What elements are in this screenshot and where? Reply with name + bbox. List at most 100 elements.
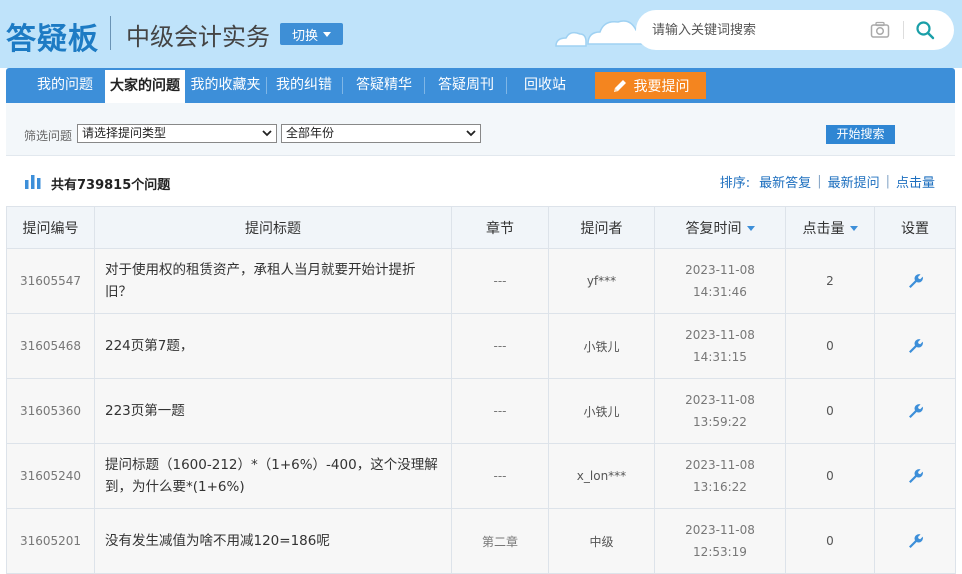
wrench-icon[interactable] [907,273,924,290]
question-asker: 中级 [548,508,655,574]
question-asker: x_lon*** [548,443,655,509]
reply-clock: 13:16:22 [693,480,747,494]
col-header-clicks[interactable]: 点击量 [785,206,875,249]
ask-question-button[interactable]: 我要提问 [595,72,706,99]
table-row: 31605240 提问标题（1600-212）*（1+6%）-400，这个没理解… [6,443,956,509]
click-count: 0 [785,508,875,574]
nav-item-corrections[interactable]: 我的纠错 [270,68,338,103]
nav-bar: 我的问题 大家的问题 我的收藏夹 我的纠错 答疑精华 答疑周刊 回收站 我要提问 [6,68,955,103]
wrench-icon[interactable] [907,468,924,485]
col-header-reply-time[interactable]: 答复时间 [654,206,786,249]
bar-chart-icon [25,175,41,189]
questions-table: 提问编号 提问标题 章节 提问者 答复时间 点击量 设置 31605547 对于… [6,206,956,574]
question-type-value: 请选择提问类型 [82,126,167,140]
reply-date: 2023-11-08 [685,263,755,277]
switch-label: 切换 [291,28,318,44]
search-icon[interactable] [915,20,935,40]
nav-item-my-questions[interactable]: 我的问题 [29,68,101,103]
nav-item-favorites[interactable]: 我的收藏夹 [187,68,264,103]
question-id: 31605468 [6,313,95,379]
sort-latest-question[interactable]: 最新提问 [828,172,880,191]
reply-clock: 14:31:15 [693,350,747,364]
reply-time: 2023-11-08 14:31:15 [654,313,786,379]
sort-down-icon [849,226,858,231]
nav-separator [266,77,267,94]
question-type-select[interactable]: 请选择提问类型 [77,124,277,143]
clicks-label: 点击量 [802,220,845,237]
question-chapter: 第二章 [451,508,549,574]
reply-clock: 13:59:22 [693,415,747,429]
subject-title: 中级会计实务 [126,23,270,51]
reply-time-label: 答复时间 [685,220,742,237]
click-count: 2 [785,248,875,314]
reply-date: 2023-11-08 [685,523,755,537]
question-title-link[interactable]: 224页第7题， [94,313,452,379]
question-id: 31605547 [6,248,95,314]
col-header-chapter: 章节 [451,206,549,249]
reply-date: 2023-11-08 [685,458,755,472]
filter-label: 筛选问题 [24,129,73,143]
search-input[interactable] [652,18,872,42]
table-row: 31605201 没有发生减值为啥不用减120=186呢 第二章 中级 2023… [6,508,956,574]
sort-label: 排序: [719,176,751,191]
summary-bar: 共有739815个问题 排序: 最新答复 | 最新提问 | 点击量 [6,155,955,206]
sort-latest-answer[interactable]: 最新答复 [759,172,811,191]
year-select[interactable]: 全部年份 [281,124,481,143]
settings-cell [874,508,956,574]
nav-item-weekly[interactable]: 答疑周刊 [428,68,504,103]
settings-cell [874,443,956,509]
nav-item-all-questions[interactable]: 大家的问题 [105,70,185,103]
settings-cell [874,378,956,444]
nav-item-best-answers[interactable]: 答疑精华 [346,68,422,103]
table-row: 31605468 224页第7题， --- 小铁儿 2023-11-08 14:3… [6,313,956,379]
total-count: 共有739815个问题 [51,178,171,193]
sort-options: 排序: 最新答复 | 最新提问 | 点击量 [720,172,935,191]
question-asker: 小铁儿 [548,313,655,379]
click-count: 0 [785,313,875,379]
start-search-button[interactable]: 开始搜索 [826,125,895,144]
sort-divider: | [885,174,890,189]
brand-logo[interactable]: 答疑板 [6,14,99,58]
col-header-settings: 设置 [874,206,956,249]
question-title-link[interactable]: 没有发生减值为啥不用减120=186呢 [94,508,452,574]
question-title-link[interactable]: 提问标题（1600-212）*（1+6%）-400，这个没理解到，为什么要*(1… [94,443,452,509]
search-box [636,10,954,50]
reply-clock: 12:53:19 [693,545,747,559]
question-id: 31605240 [6,443,95,509]
question-chapter: --- [451,313,549,379]
wrench-icon[interactable] [907,338,924,355]
nav-item-recycle-bin[interactable]: 回收站 [510,68,580,103]
table-header-row: 提问编号 提问标题 章节 提问者 答复时间 点击量 设置 [6,206,956,249]
wrench-icon[interactable] [907,403,924,420]
sort-clicks[interactable]: 点击量 [896,172,935,191]
chevron-down-icon [262,130,272,137]
camera-icon[interactable] [870,21,890,39]
col-header-id: 提问编号 [6,206,95,249]
reply-time: 2023-11-08 12:53:19 [654,508,786,574]
col-header-title: 提问标题 [94,206,452,249]
table-row: 31605547 对于使用权的租赁资产，承租人当月就要开始计提折旧？ --- y… [6,248,956,314]
ask-label: 我要提问 [633,78,690,95]
reply-time: 2023-11-08 14:31:46 [654,248,786,314]
settings-cell [874,248,956,314]
caret-down-icon [323,31,331,37]
sort-down-icon [746,226,755,231]
question-chapter: --- [451,443,549,509]
switch-subject-button[interactable]: 切换 [280,23,343,45]
wrench-icon[interactable] [907,533,924,550]
click-count: 0 [785,378,875,444]
header-divider [110,16,111,50]
question-chapter: --- [451,248,549,314]
reply-date: 2023-11-08 [685,393,755,407]
filter-bar: 筛选问题 请选择提问类型 全部年份 开始搜索 [6,103,955,155]
click-count: 0 [785,443,875,509]
col-header-asker: 提问者 [548,206,655,249]
pencil-icon [613,79,626,92]
nav-separator [424,77,425,94]
question-title-link[interactable]: 对于使用权的租赁资产，承租人当月就要开始计提折旧？ [94,248,452,314]
reply-date: 2023-11-08 [685,328,755,342]
question-id: 31605201 [6,508,95,574]
sort-divider: | [817,174,822,189]
reply-clock: 14:31:46 [693,285,747,299]
question-title-link[interactable]: 223页第一题 [94,378,452,444]
